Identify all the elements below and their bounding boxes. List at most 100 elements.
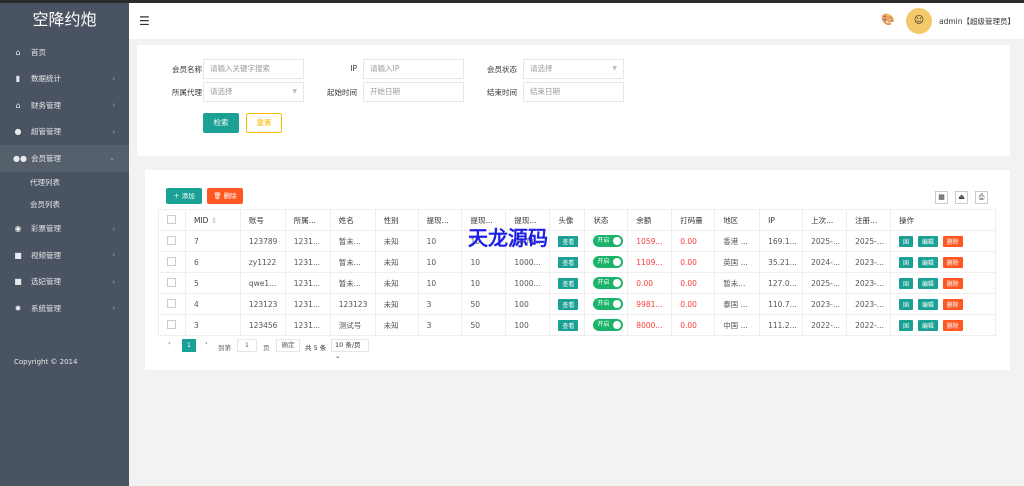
column-header[interactable]: MID ⇕ [184, 209, 241, 231]
status-toggle[interactable]: 开启 [593, 277, 624, 289]
status-select[interactable]: 请选择 ▼ [523, 59, 624, 79]
sidebar-item[interactable]: ●● 会员管理 ⌄ [0, 145, 129, 172]
column-header: 地区 [714, 209, 761, 231]
row-checkbox[interactable] [158, 293, 186, 315]
sidebar-item[interactable]: ◉ 彩票管理 › [0, 216, 129, 243]
search-button[interactable]: 检索 [203, 113, 239, 133]
table-cell: 2023-... [846, 293, 892, 315]
goto-confirm-button[interactable]: 确定 [276, 339, 300, 352]
status-toggle[interactable]: 开启 [593, 298, 624, 310]
delete-button[interactable]: 删除 [942, 319, 963, 331]
search-card: 会员名称 请输入关键字搜索 IP 请输入IP 会员状态 请选择 ▼ 所属代理 请选… [137, 45, 1010, 156]
menu-toggle-icon[interactable]: ☰ [139, 14, 150, 28]
add-button[interactable]: ＋ 添加 [166, 188, 202, 204]
ip-label: IP [350, 64, 357, 73]
chevron-right-icon: › [112, 101, 115, 110]
table-cell: 123456 [239, 314, 286, 336]
edit-button[interactable]: 编辑 [917, 319, 938, 331]
status-toggle[interactable]: 开启 [593, 319, 624, 331]
total-count: 共 5 条 [305, 344, 327, 352]
column-header: IP [759, 209, 804, 231]
start-date-input[interactable]: 开始日期 [363, 82, 464, 102]
palette-icon[interactable]: 🎨 [881, 13, 895, 26]
sidebar-subitem[interactable]: 会员列表 [0, 194, 129, 216]
edit-button[interactable]: 编辑 [917, 235, 938, 247]
country-button[interactable]: 国 [899, 235, 914, 247]
column-header: 余额 [627, 209, 673, 231]
sidebar-item[interactable]: ● 超管管理 › [0, 119, 129, 146]
export-icon[interactable]: ⏏ [955, 191, 968, 204]
agent-label: 所属代理 [172, 88, 202, 97]
view-avatar-button[interactable]: 查看 [558, 277, 579, 289]
row-checkbox[interactable] [158, 251, 186, 273]
chevron-down-icon: ▼ [612, 65, 617, 72]
actions-cell: 国 编辑 删除 [890, 272, 996, 294]
row-checkbox[interactable] [158, 230, 186, 252]
next-page-icon[interactable]: › [205, 339, 208, 347]
view-avatar-button[interactable]: 查看 [558, 298, 579, 310]
country-button[interactable]: 国 [899, 256, 914, 268]
sort-icon[interactable]: ⇕ [211, 216, 217, 225]
delete-button[interactable]: 删除 [942, 256, 963, 268]
view-avatar-button[interactable]: 查看 [558, 319, 579, 331]
goto-input[interactable]: 1 [237, 339, 257, 352]
column-label: 性别 [383, 215, 399, 225]
country-button[interactable]: 国 [899, 277, 914, 289]
table-cell: 2025-... [802, 272, 848, 294]
user-menu[interactable]: admin【超级管理员】 [939, 16, 1015, 27]
edit-button[interactable]: 编辑 [917, 298, 938, 310]
print-icon[interactable]: ⎙ [975, 191, 988, 204]
view-avatar-button[interactable]: 查看 [558, 256, 579, 268]
table-row: 4 123123 1231... 123123 未知 3 50 100 查看 开启 9981... 0… [158, 293, 996, 315]
reset-button[interactable]: 重置 [246, 113, 282, 133]
table-cell: 8000... [627, 314, 673, 336]
agent-select[interactable]: 请选择 ▼ [203, 82, 304, 102]
sidebar-item[interactable]: ■ 视频管理 › [0, 242, 129, 269]
edit-button[interactable]: 编辑 [917, 256, 938, 268]
country-button[interactable]: 国 [899, 319, 914, 331]
table-cell: 2025-... [802, 230, 848, 252]
prev-page-icon[interactable]: ‹ [168, 339, 171, 347]
sidebar-item[interactable]: ▮ 数据统计 › [0, 66, 129, 93]
bar-chart-icon: ▮ [15, 74, 21, 84]
table-cell: 10 [417, 230, 463, 252]
ip-input[interactable]: 请输入IP [363, 59, 464, 79]
select-all-checkbox[interactable] [158, 209, 186, 231]
view-avatar-button[interactable]: 查看 [558, 235, 579, 247]
sidebar-item[interactable]: ⌂ 首页 [0, 39, 129, 66]
column-label: 操作 [899, 215, 915, 225]
column-header: 上次... [802, 209, 848, 231]
row-checkbox[interactable] [158, 314, 186, 336]
avatar-cell: 查看 [549, 230, 586, 252]
row-checkbox[interactable] [158, 272, 186, 294]
table-cell: 泰国 ... [714, 293, 761, 315]
delete-button[interactable]: 删除 [942, 277, 963, 289]
page-1[interactable]: 1 [182, 339, 196, 352]
table-cell: 2023-... [802, 293, 848, 315]
sidebar-subitem[interactable]: 代理列表 [0, 172, 129, 194]
sidebar-item-label: 数据统计 [31, 74, 61, 84]
sidebar-item[interactable]: ✹ 系统管理 › [0, 295, 129, 322]
table-cell: 1059... [627, 230, 673, 252]
avatar[interactable]: ☺ [906, 8, 932, 34]
delete-button[interactable]: 删除 [942, 298, 963, 310]
sidebar-item[interactable]: ⌂ 财务管理 › [0, 92, 129, 119]
sidebar-item[interactable]: ■ 选妃管理 › [0, 269, 129, 296]
table-cell: 1231... [284, 293, 331, 315]
table-cell: 1231... [284, 314, 331, 336]
batch-delete-button[interactable]: 🗑 删除 [207, 188, 243, 204]
status-toggle[interactable]: 开启 [593, 235, 624, 247]
table-cell: 0.00 [671, 251, 716, 273]
status-toggle[interactable]: 开启 [593, 256, 624, 268]
member-name-input[interactable]: 请输入关键字搜索 [203, 59, 304, 79]
end-date-input[interactable]: 结束日期 [523, 82, 624, 102]
copyright: Copyright © 2014 [14, 358, 78, 366]
edit-button[interactable]: 编辑 [917, 277, 938, 289]
table-cell: 未知 [374, 314, 419, 336]
country-button[interactable]: 国 [899, 298, 914, 310]
delete-button[interactable]: 删除 [942, 235, 963, 247]
per-page-select[interactable]: 10 条/页 ⌄ [331, 339, 369, 360]
columns-filter-icon[interactable]: ▦ [935, 191, 948, 204]
sidebar-item-label: 选妃管理 [31, 277, 61, 287]
sidebar-item-label: 会员管理 [31, 153, 61, 163]
